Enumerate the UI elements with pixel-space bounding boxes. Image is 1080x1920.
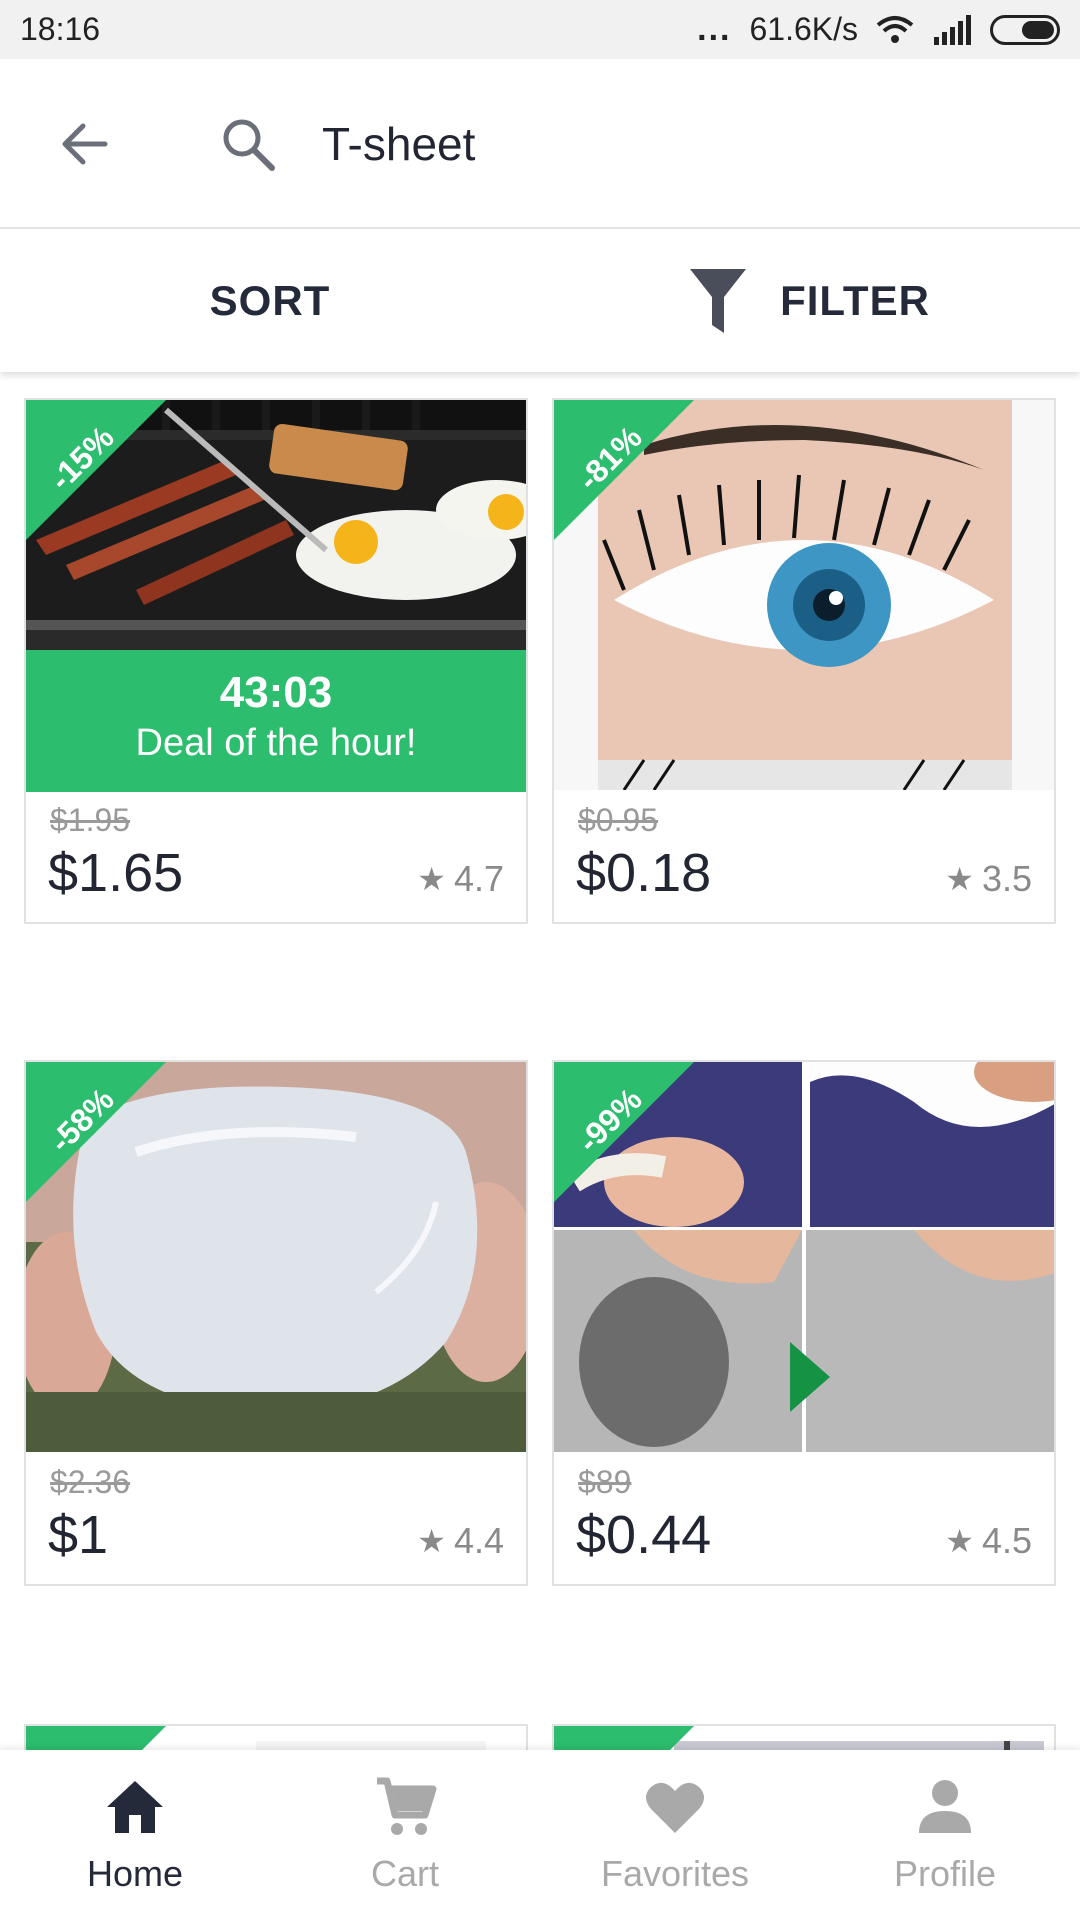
nav-home[interactable]: Home xyxy=(0,1750,270,1920)
product-card[interactable]: -99% $89 $0.44 ★ 4.5 xyxy=(552,1060,1056,1586)
bottom-navigation: Home Cart Favorites Profile xyxy=(0,1750,1080,1920)
old-price: $89 xyxy=(578,1464,632,1500)
search-icon xyxy=(223,119,275,171)
network-speed: 61.6K/s xyxy=(749,11,858,47)
nav-cart[interactable]: Cart xyxy=(270,1750,540,1920)
current-price: $0.44 xyxy=(576,1505,712,1565)
discount-ribbon: -15% xyxy=(26,400,166,540)
sort-button[interactable]: SORT xyxy=(0,230,540,372)
nav-home-label: Home xyxy=(86,1853,184,1894)
discount-ribbon: -99% xyxy=(554,1062,694,1202)
status-time: 18:16 xyxy=(20,11,101,47)
home-icon xyxy=(107,1781,163,1833)
rating: ★ 4.5 xyxy=(945,1520,1032,1562)
rating: ★ 4.4 xyxy=(417,1520,504,1562)
product-info: $0.95 $0.18 ★ 3.5 xyxy=(554,790,1054,922)
status-right: ... 61.6K/s xyxy=(697,10,1060,49)
old-price: $1.95 xyxy=(50,802,131,838)
star-icon: ★ xyxy=(417,1523,446,1559)
sort-filter-bar: SORT FILTER xyxy=(0,230,1080,372)
product-card[interactable]: -58% $2.36 $1 ★ 4.4 xyxy=(24,1060,528,1586)
filter-button[interactable]: FILTER xyxy=(540,230,1080,372)
nav-profile[interactable]: Profile xyxy=(810,1750,1080,1920)
battery-icon xyxy=(990,14,1060,45)
status-bar: 18:16 ... 61.6K/s xyxy=(0,0,1080,59)
rating: ★ 3.5 xyxy=(945,858,1032,900)
back-arrow-icon[interactable] xyxy=(55,114,115,174)
discount-ribbon: -58% xyxy=(26,1062,166,1202)
sort-label: SORT xyxy=(209,277,331,324)
current-price: $1.65 xyxy=(48,843,184,903)
star-icon: ★ xyxy=(945,861,974,897)
wifi-icon xyxy=(876,15,914,43)
product-info: $2.36 $1 ★ 4.4 xyxy=(26,1452,526,1584)
person-icon xyxy=(919,1780,971,1833)
product-card[interactable]: % xyxy=(24,1724,528,1750)
product-card[interactable]: -15% 43:03 Deal of the hour! $1.95 $1.65… xyxy=(24,398,528,924)
discount-ribbon: -81% xyxy=(554,400,694,540)
filter-icon xyxy=(690,269,747,333)
signal-icon xyxy=(934,14,971,45)
nav-cart-label: Cart xyxy=(370,1853,439,1894)
deal-label: Deal of the hour! xyxy=(135,722,417,764)
rating: ★ 4.7 xyxy=(417,858,504,900)
rating-value: 4.5 xyxy=(981,1520,1032,1561)
current-price: $0.18 xyxy=(576,843,712,903)
rating-value: 3.5 xyxy=(981,858,1032,899)
cart-icon xyxy=(377,1777,437,1835)
product-grid: -15% 43:03 Deal of the hour! $1.95 $1.65… xyxy=(0,372,1080,1750)
deal-banner: 43:03 Deal of the hour! xyxy=(26,650,526,792)
product-info: $89 $0.44 ★ 4.5 xyxy=(554,1452,1054,1584)
nav-favorites-label: Favorites xyxy=(600,1853,750,1894)
rating-value: 4.4 xyxy=(453,1520,504,1561)
deal-timer: 43:03 xyxy=(219,668,333,717)
product-info: $1.95 $1.65 ★ 4.7 xyxy=(26,790,526,922)
product-card[interactable]: % xyxy=(552,1724,1056,1750)
star-icon: ★ xyxy=(945,1523,974,1559)
nav-profile-label: Profile xyxy=(893,1853,997,1894)
filter-label: FILTER xyxy=(780,277,930,324)
star-icon: ★ xyxy=(417,861,446,897)
status-dots: ... xyxy=(697,10,732,48)
nav-favorites[interactable]: Favorites xyxy=(540,1750,810,1920)
old-price: $0.95 xyxy=(578,802,659,838)
rating-value: 4.7 xyxy=(453,858,504,899)
current-price: $1 xyxy=(48,1505,109,1565)
discount-ribbon: % xyxy=(26,1726,166,1750)
old-price: $2.36 xyxy=(50,1464,131,1500)
heart-icon xyxy=(646,1782,704,1833)
search-header xyxy=(0,59,1080,229)
discount-ribbon: % xyxy=(554,1726,694,1750)
search-input[interactable] xyxy=(322,109,1022,179)
product-card[interactable]: -81% $0.95 $0.18 ★ 3.5 xyxy=(552,398,1056,924)
